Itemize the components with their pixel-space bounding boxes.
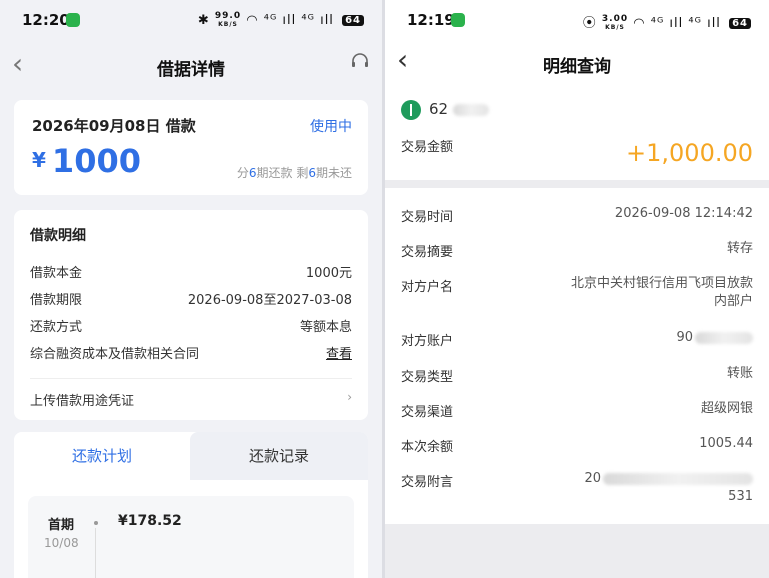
amount-label: 交易金额 — [401, 140, 454, 155]
detail-value: 1005.44 — [699, 436, 753, 451]
status-icons: ⦿ 3.00 KB/S ◠ ⁴ᴳ ıll ⁴ᴳ ıll 64 — [583, 12, 751, 32]
page-title: 借据详情 — [157, 60, 225, 80]
detail-label: 综合融资成本及借款相关合同 — [30, 347, 200, 362]
installment-date: 10/08 — [44, 536, 79, 550]
tab-repayment-plan[interactable]: 还款计划 — [14, 432, 190, 480]
detail-label: 本次余额 — [401, 440, 454, 455]
detail-value: 北京中关村银行信用飞项目放款 内部户 — [570, 276, 753, 309]
loan-detail-screen: 12:20 ✱ 99.0 KB/S ◠ ⁴ᴳ ıll ⁴ᴳ ıll 64 ‹ 借据… — [0, 0, 382, 578]
detail-label: 借款本金 — [30, 266, 83, 281]
transaction-amount: +1,000.00 — [626, 139, 753, 167]
divider — [30, 378, 352, 379]
wifi-icon: ◠ — [633, 16, 646, 31]
installment-amount: ¥178.52 — [118, 513, 182, 529]
transaction-details-card: 交易时间 2026-09-08 12:14:42 交易摘要 转存 对方户名 北京… — [385, 188, 769, 524]
loan-amount: ¥1000 — [32, 142, 141, 180]
installment-name: 首期 — [48, 518, 75, 533]
repayment-plan-list: 首期 10/08 ¥178.52 — [28, 496, 354, 578]
detail-value: 2026-09-08 12:14:42 — [614, 206, 753, 221]
wifi-icon: ◠ — [246, 13, 259, 28]
chevron-right-icon: › — [347, 390, 352, 404]
signal-icon: ⁴ᴳ ıll ⁴ᴳ ıll — [263, 13, 334, 28]
signal-icon: ⁴ᴳ ıll ⁴ᴳ ıll — [650, 16, 721, 31]
detail-value: 等额本息 — [299, 320, 352, 335]
status-time: 12:19 — [407, 11, 455, 29]
nav-bar: ‹ 明细查询 — [385, 42, 769, 88]
battery-icon: 64 — [342, 15, 364, 26]
timeline-dot — [94, 521, 98, 525]
installment-summary: 分6期还款 剩6期未还 — [236, 166, 352, 180]
detail-value: 90 — [676, 329, 753, 347]
detail-value: 转存 — [726, 241, 753, 256]
detail-value: 转账 — [726, 366, 753, 381]
detail-label: 还款方式 — [30, 320, 83, 335]
wechat-notification-icon — [66, 13, 80, 27]
account-number: 62 — [429, 100, 489, 118]
currency-symbol: ¥ — [32, 148, 46, 172]
repayment-section: 还款计划 还款记录 首期 10/08 ¥178.52 — [14, 432, 368, 578]
status-icons: ✱ 99.0 KB/S ◠ ⁴ᴳ ıll ⁴ᴳ ıll 64 — [198, 12, 364, 29]
tab-repayment-records[interactable]: 还款记录 — [190, 432, 368, 480]
detail-label: 交易摘要 — [401, 245, 454, 260]
status-badge: 使用中 — [310, 119, 352, 135]
nav-bar: ‹ 借据详情 — [0, 42, 382, 90]
detail-value: 2026-09-08至2027-03-08 — [187, 293, 352, 308]
timeline-line — [95, 528, 96, 578]
net-speed: 99.0 KB/S — [214, 11, 242, 29]
status-bar: 12:20 ✱ 99.0 KB/S ◠ ⁴ᴳ ıll ⁴ᴳ ıll 64 — [0, 0, 382, 40]
detail-label: 交易时间 — [401, 210, 454, 225]
view-contract-link[interactable]: 查看 — [326, 343, 352, 362]
battery-icon: 64 — [729, 18, 751, 29]
status-time: 12:20 — [22, 11, 70, 29]
transaction-detail-screen: 12:19 ⦿ 3.00 KB/S ◠ ⁴ᴳ ıll ⁴ᴳ ıll 64 ‹ 明细… — [385, 0, 769, 578]
bank-logo-icon — [401, 100, 421, 120]
detail-value: 超级网银 — [700, 401, 753, 416]
detail-label: 借款期限 — [30, 293, 83, 308]
headset-icon[interactable] — [350, 52, 370, 72]
upload-proof-link[interactable]: 上传借款用途凭证 — [30, 390, 134, 409]
amount-value: 1000 — [51, 142, 141, 180]
detail-label: 对方账户 — [401, 334, 454, 349]
location-icon: ⦿ — [582, 16, 597, 31]
wechat-notification-icon — [451, 13, 465, 27]
loan-summary-card: 2026年09月08日 借款 使用中 ¥1000 分6期还款 剩6期未还 — [14, 100, 368, 195]
net-speed: 3.00 KB/S — [601, 14, 629, 32]
section-title: 借款明细 — [30, 228, 86, 244]
page-title: 明细查询 — [543, 57, 611, 77]
loan-details-card: 借款明细 借款本金 1000元 借款期限 2026-09-08至2027-03-… — [14, 210, 368, 420]
detail-value: 20 531 — [584, 471, 753, 504]
loan-date: 2026年09月08日 借款 — [32, 117, 196, 135]
status-bar: 12:19 ⦿ 3.00 KB/S ◠ ⁴ᴳ ıll ⁴ᴳ ıll 64 — [385, 0, 769, 42]
detail-value: 1000元 — [305, 266, 352, 281]
detail-label: 对方户名 — [401, 280, 454, 295]
detail-label: 交易渠道 — [401, 405, 454, 420]
detail-label: 交易附言 — [401, 475, 454, 490]
bluetooth-icon: ✱ — [197, 13, 210, 28]
detail-label: 交易类型 — [401, 370, 454, 385]
transaction-header-card: 62 交易金额 +1,000.00 — [385, 88, 769, 180]
